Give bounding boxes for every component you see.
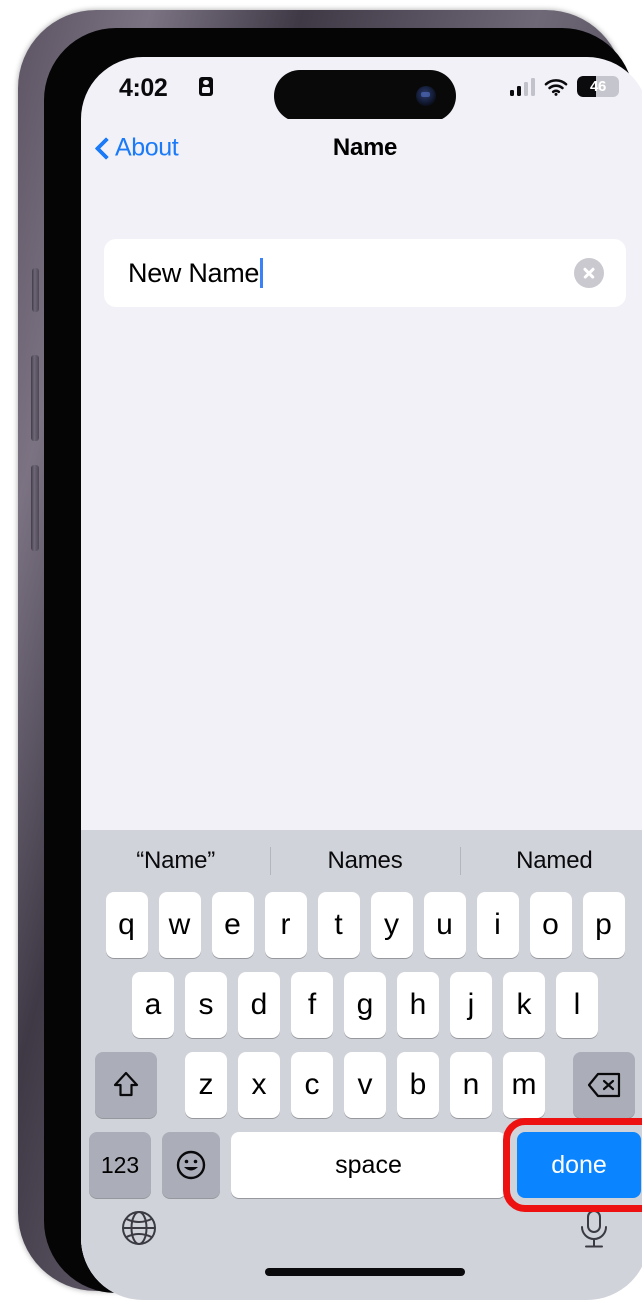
volume-up-button[interactable]: [31, 355, 39, 441]
phone-frame: 4:02 46 About Name New Name “Name” Names…: [18, 10, 642, 1300]
emoji-smiley-icon: [176, 1150, 206, 1180]
home-indicator[interactable]: [265, 1268, 465, 1276]
phone-bezel: 4:02 46 About Name New Name “Name” Names…: [44, 28, 642, 1300]
key-e[interactable]: e: [211, 892, 254, 958]
mute-switch-button[interactable]: [32, 268, 39, 312]
key-s[interactable]: s: [185, 972, 227, 1038]
status-bar-indicators: 46: [509, 76, 619, 97]
name-input-value-wrap: New Name: [128, 257, 264, 289]
front-camera-icon: [416, 86, 436, 106]
prediction-1[interactable]: Names: [270, 847, 459, 875]
key-y[interactable]: y: [370, 892, 413, 958]
volume-down-button[interactable]: [31, 465, 39, 551]
screenshot-root: 4:02 46 About Name New Name “Name” Names…: [0, 0, 642, 1301]
name-input-value: New Name: [128, 257, 260, 288]
key-c[interactable]: c: [291, 1052, 333, 1118]
key-f[interactable]: f: [291, 972, 333, 1038]
key-a[interactable]: a: [132, 972, 174, 1038]
shift-icon: [113, 1071, 139, 1097]
key-n[interactable]: n: [450, 1052, 492, 1118]
globe-language-icon: [122, 1211, 156, 1245]
key-j[interactable]: j: [450, 972, 492, 1038]
key-i[interactable]: i: [476, 892, 519, 958]
chevron-left-icon: [95, 136, 109, 160]
dynamic-island[interactable]: [274, 70, 456, 122]
shift-key[interactable]: [95, 1052, 157, 1118]
battery-icon: 46: [577, 76, 619, 97]
battery-percent-label: 46: [589, 78, 607, 95]
key-g[interactable]: g: [344, 972, 386, 1038]
key-u[interactable]: u: [423, 892, 466, 958]
prediction-0[interactable]: “Name”: [81, 847, 270, 875]
predictive-text-bar: “Name” Names Named: [81, 830, 642, 892]
back-button-label: About: [115, 133, 179, 162]
phone-screen: 4:02 46 About Name New Name “Name” Names…: [81, 57, 642, 1300]
keyboard-row-1: q w e r t y u i o p: [81, 892, 642, 958]
key-t[interactable]: t: [317, 892, 360, 958]
key-q[interactable]: q: [105, 892, 148, 958]
space-key[interactable]: space: [231, 1132, 506, 1198]
emoji-key[interactable]: [162, 1132, 220, 1198]
key-l[interactable]: l: [556, 972, 598, 1038]
wifi-icon: [544, 78, 568, 96]
key-h[interactable]: h: [397, 972, 439, 1038]
microphone-dictation-icon: [581, 1210, 607, 1248]
clear-text-icon[interactable]: [574, 258, 604, 288]
numbers-key[interactable]: 123: [89, 1132, 151, 1198]
onscreen-keyboard: “Name” Names Named q w e r t y u i o p a…: [81, 830, 642, 1300]
delete-backward-icon: [587, 1072, 621, 1098]
status-bar: 4:02 46: [81, 57, 642, 122]
navigation-bar: About Name: [81, 119, 642, 177]
key-w[interactable]: w: [158, 892, 201, 958]
key-d[interactable]: d: [238, 972, 280, 1038]
delete-key[interactable]: [573, 1052, 635, 1118]
done-key-wrapper: done: [503, 1118, 642, 1212]
cellular-signal-icon: [509, 77, 535, 96]
content-area: New Name “Name” Names Named q w e r t y …: [81, 177, 642, 1300]
keyboard-row-4: 123 space done: [81, 1118, 642, 1212]
key-z[interactable]: z: [185, 1052, 227, 1118]
key-m[interactable]: m: [503, 1052, 545, 1118]
prediction-2[interactable]: Named: [460, 847, 642, 875]
name-input-field[interactable]: New Name: [104, 239, 626, 307]
keyboard-row-3: z x c v b n m: [81, 1052, 642, 1118]
portrait-orientation-lock-icon: [199, 77, 213, 96]
key-k[interactable]: k: [503, 972, 545, 1038]
page-title: Name: [332, 134, 398, 161]
globe-key[interactable]: [119, 1208, 159, 1248]
key-o[interactable]: o: [529, 892, 572, 958]
status-bar-time: 4:02: [119, 74, 168, 102]
done-key[interactable]: done: [517, 1132, 641, 1198]
key-b[interactable]: b: [397, 1052, 439, 1118]
key-r[interactable]: r: [264, 892, 307, 958]
key-v[interactable]: v: [344, 1052, 386, 1118]
back-button[interactable]: About: [95, 133, 179, 163]
dictation-key[interactable]: [577, 1208, 611, 1250]
key-x[interactable]: x: [238, 1052, 280, 1118]
keyboard-bottom-bar: [81, 1198, 642, 1294]
key-p[interactable]: p: [582, 892, 625, 958]
text-cursor: [260, 258, 264, 288]
keyboard-row-2: a s d f g h j k l: [81, 972, 642, 1038]
